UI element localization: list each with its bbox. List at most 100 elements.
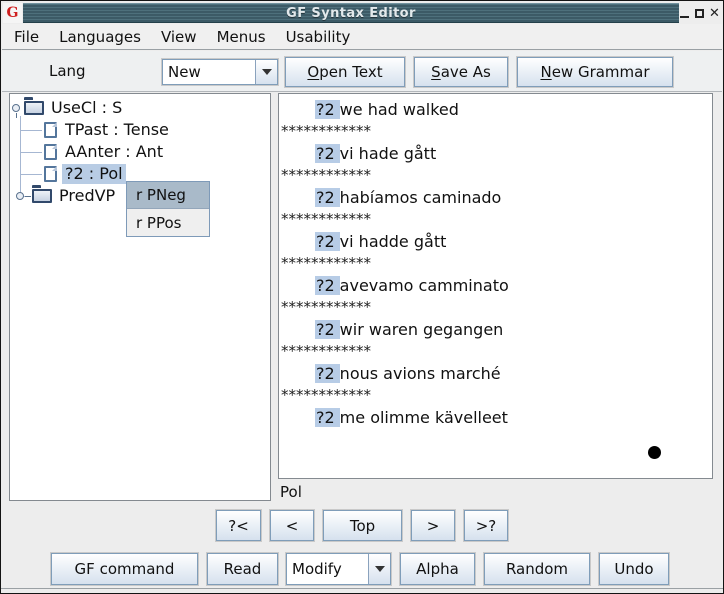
window-title: GF Syntax Editor xyxy=(286,6,416,21)
minimize-button[interactable] xyxy=(679,6,690,20)
next-metavar-button[interactable]: >? xyxy=(464,510,508,541)
random-button[interactable]: Random xyxy=(484,553,590,585)
document-icon xyxy=(44,122,57,138)
focus-token[interactable]: ?2 xyxy=(315,364,340,383)
sentence-block: ?2vi hadde gått ************ xyxy=(279,231,712,275)
maximize-button[interactable] xyxy=(694,6,705,20)
tree-node-label[interactable]: TPast : Tense xyxy=(62,120,172,140)
new-grammar-button[interactable]: New Grammar xyxy=(517,57,673,87)
prev-metavar-button[interactable]: ?< xyxy=(216,510,261,541)
menu-view[interactable]: View xyxy=(151,24,207,49)
black-dot-marker xyxy=(648,446,661,459)
tree-expander-expanded-icon[interactable] xyxy=(12,104,20,112)
close-button[interactable]: ✕ xyxy=(709,6,720,20)
gf-command-button[interactable]: GF command xyxy=(51,553,198,585)
gf-logo-icon: G xyxy=(7,6,19,20)
next-node-button[interactable]: > xyxy=(411,510,455,541)
chevron-down-icon xyxy=(262,69,272,75)
focus-token[interactable]: ?2 xyxy=(315,276,340,295)
document-icon xyxy=(44,166,57,182)
undo-button[interactable]: Undo xyxy=(599,553,669,585)
lang-combo-value: New xyxy=(163,60,255,84)
minimize-icon xyxy=(680,16,689,18)
chevron-down-icon xyxy=(375,566,385,572)
popup-item-ppos[interactable]: r PPos xyxy=(127,209,209,236)
focus-token[interactable]: ?2 xyxy=(315,144,340,163)
separator-line: ************ xyxy=(279,123,712,143)
read-button[interactable]: Read xyxy=(207,553,278,585)
syntax-tree: UseCl : S TPast : Tense AAnter : Ant ?2 … xyxy=(10,94,270,500)
open-text-button[interactable]: Open Text xyxy=(285,57,405,87)
sentence-line[interactable]: ?2habíamos caminado xyxy=(279,187,712,211)
modify-combo-arrow-button[interactable] xyxy=(368,554,390,584)
window-controls: ✕ xyxy=(679,3,721,23)
menu-menus[interactable]: Menus xyxy=(207,24,276,49)
tree-connector-stub xyxy=(20,130,42,131)
window-logo: G xyxy=(3,3,22,23)
sentence-block: ?2vi hade gått ************ xyxy=(279,143,712,187)
sentence-line[interactable]: ?2nous avions marché xyxy=(279,363,712,387)
toolbar: Lang New Open Text Save As New Grammar xyxy=(2,51,722,92)
top-button[interactable]: Top xyxy=(323,510,402,541)
tree-row-usecl[interactable]: UseCl : S xyxy=(12,97,125,119)
focus-token[interactable]: ?2 xyxy=(315,408,340,427)
lang-combo-arrow-button[interactable] xyxy=(255,60,277,84)
modify-combo[interactable]: Modify xyxy=(286,553,391,585)
separator-line: ************ xyxy=(279,343,712,363)
tree-expander-collapsed-icon[interactable] xyxy=(16,192,24,200)
sentence-line[interactable]: ?2avevamo camminato xyxy=(279,275,712,299)
sentence-line[interactable]: ?2wir waren gegangen xyxy=(279,319,712,343)
focus-token[interactable]: ?2 xyxy=(315,100,340,119)
focus-type-status: Pol xyxy=(280,481,710,503)
sentence-text: we had walked xyxy=(340,100,459,119)
alpha-button[interactable]: Alpha xyxy=(400,553,475,585)
sentence-text: vi hadde gått xyxy=(340,232,447,251)
focus-token[interactable]: ?2 xyxy=(315,320,340,339)
sentence-line[interactable]: ?2me olimme kävelleet xyxy=(279,407,712,431)
tree-connector-stub xyxy=(20,174,42,175)
prev-node-button[interactable]: < xyxy=(270,510,314,541)
tree-row-tpast[interactable]: TPast : Tense xyxy=(44,119,172,141)
lang-combo[interactable]: New xyxy=(162,59,278,85)
popup-item-pneg[interactable]: r PNeg xyxy=(127,182,209,209)
tree-node-label[interactable]: PredVP xyxy=(56,186,118,206)
sentence-text: wir waren gegangen xyxy=(340,320,504,339)
tree-row-predvp[interactable]: PredVP xyxy=(16,185,118,207)
sentence-text: nous avions marché xyxy=(340,364,501,383)
sentence-line[interactable]: ?2vi hade gått xyxy=(279,143,712,167)
folder-icon xyxy=(32,189,52,203)
focus-token[interactable]: ?2 xyxy=(315,232,340,251)
folder-icon xyxy=(24,101,44,115)
sentence-block: ?2wir waren gegangen ************ xyxy=(279,319,712,363)
window-frame-bottom-line xyxy=(1,588,723,589)
separator-line: ************ xyxy=(279,255,712,275)
tree-node-label-selected[interactable]: ?2 : Pol xyxy=(62,164,126,184)
tree-row-pol-selected[interactable]: ?2 : Pol xyxy=(44,163,126,185)
tree-node-label[interactable]: AAnter : Ant xyxy=(62,142,166,162)
sentence-line[interactable]: ?2vi hadde gått xyxy=(279,231,712,255)
menu-languages[interactable]: Languages xyxy=(49,24,151,49)
sentence-block: ?2avevamo camminato ************ xyxy=(279,275,712,319)
document-icon xyxy=(44,144,57,160)
linearization-output: ?2we had walked ************ ?2vi hade g… xyxy=(279,94,712,478)
sentence-line[interactable]: ?2we had walked xyxy=(279,99,712,123)
separator-line: ************ xyxy=(279,387,712,407)
menu-bar: File Languages View Menus Usability xyxy=(2,24,722,50)
sentence-text: me olimme kävelleet xyxy=(340,408,508,427)
sentence-text: habíamos caminado xyxy=(340,188,502,207)
menu-usability[interactable]: Usability xyxy=(276,24,361,49)
sentence-block: ?2me olimme kävelleet xyxy=(279,407,712,451)
focus-token[interactable]: ?2 xyxy=(315,188,340,207)
tree-node-label[interactable]: UseCl : S xyxy=(48,98,125,118)
tree-row-aanter[interactable]: AAnter : Ant xyxy=(44,141,166,163)
menu-file[interactable]: File xyxy=(4,24,49,49)
sentence-text: avevamo camminato xyxy=(340,276,509,295)
refinement-popup-menu: r PNeg r PPos xyxy=(126,181,210,237)
maximize-icon xyxy=(695,9,704,18)
separator-line: ************ xyxy=(279,167,712,187)
titlebar-drag-area[interactable]: GF Syntax Editor xyxy=(23,3,679,23)
save-as-button[interactable]: Save As xyxy=(414,57,508,87)
linearization-panel: ?2we had walked ************ ?2vi hade g… xyxy=(278,93,713,479)
sentence-block: ?2habíamos caminado ************ xyxy=(279,187,712,231)
lang-label: Lang xyxy=(49,62,86,80)
